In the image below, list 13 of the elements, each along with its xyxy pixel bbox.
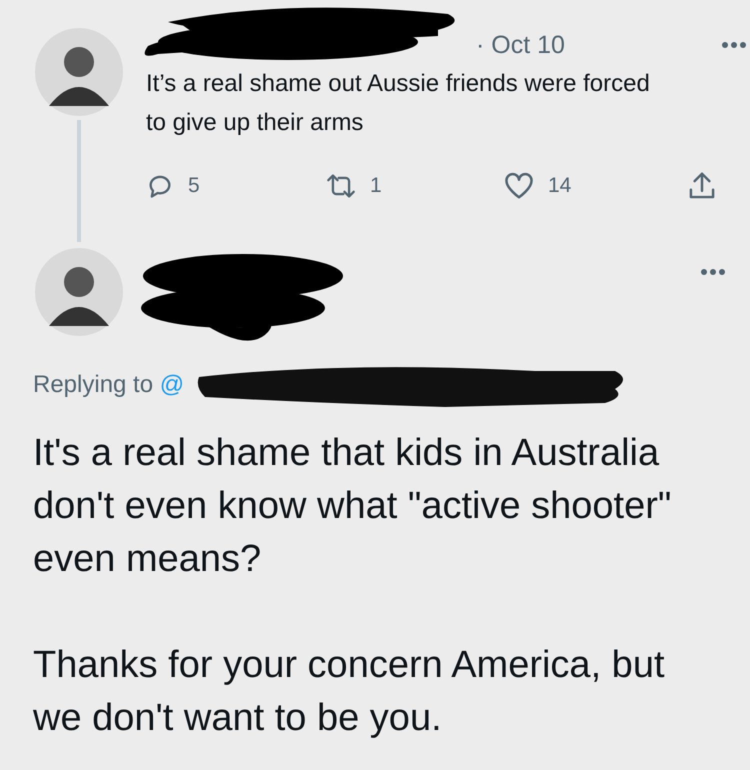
action-count: 1 (370, 174, 382, 198)
more-icon[interactable] (700, 268, 726, 276)
heart-icon[interactable] (504, 172, 534, 200)
action-count: 5 (188, 174, 200, 198)
more-icon[interactable] (721, 41, 747, 49)
action-count: 14 (548, 174, 572, 198)
avatar-icon[interactable] (35, 248, 123, 336)
reply-text: It's a real shame that kids in Australia don't even know what "active shooter" even means? (33, 431, 672, 582)
reply-text: Thanks for your concern America, but we don't want to be you. (33, 643, 666, 741)
tweet-date[interactable]: · Oct 10 (476, 30, 565, 60)
avatar-icon[interactable] (35, 28, 123, 116)
tweet-text: It’s a real shame out Aussie friends were forced to give up their arms (146, 69, 651, 138)
retweet-icon[interactable] (326, 173, 356, 199)
